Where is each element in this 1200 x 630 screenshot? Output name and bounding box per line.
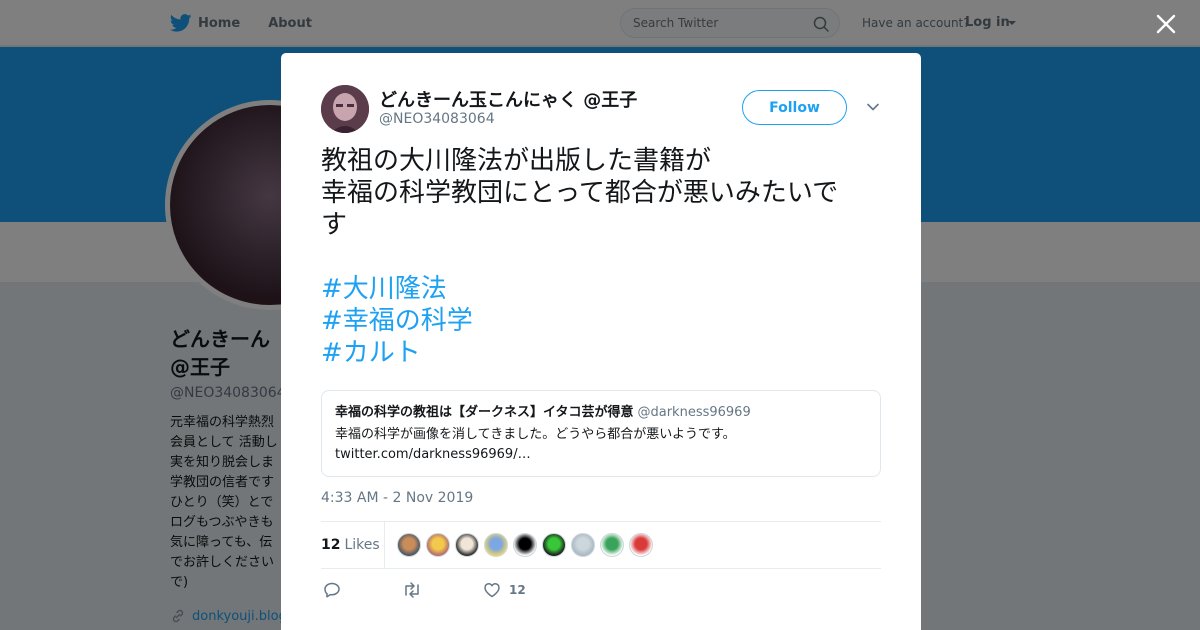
tweet-actions: 12 — [321, 581, 881, 601]
author-name[interactable]: どんきーん玉こんにゃく @王子 — [379, 86, 637, 112]
heart-icon[interactable] — [483, 581, 501, 599]
retweet-icon[interactable] — [402, 581, 422, 599]
author-avatar[interactable] — [321, 85, 369, 133]
tweet-text-line: す — [321, 210, 348, 240]
liker-avatar[interactable] — [600, 533, 624, 557]
likers-avatars — [397, 533, 658, 557]
tweet-text: 教祖の大川隆法が出版した書籍が 幸福の科学教団にとって都合が悪いみたいで す — [321, 145, 886, 241]
liker-avatar[interactable] — [455, 533, 479, 557]
quoted-tweet-text: 幸福の科学が画像を消してきました。どうやら都合が悪いようです。 — [335, 427, 736, 442]
likes-count: 12 — [321, 537, 341, 553]
tweet-text-line: 教祖の大川隆法が出版した書籍が — [321, 146, 712, 176]
liker-avatar[interactable] — [513, 533, 537, 557]
quoted-author-name: 幸福の科学の教祖は【ダークネス】イタコ芸が得意 — [335, 405, 634, 420]
likes-stat[interactable]: 12 Likes — [321, 522, 385, 568]
tweet-text-line: 幸福の科学教団にとって都合が悪いみたいで — [321, 178, 839, 208]
tweet-timestamp[interactable]: 4:33 AM - 2 Nov 2019 — [321, 490, 473, 506]
reply-icon[interactable] — [323, 581, 341, 599]
chevron-down-icon[interactable] — [866, 100, 880, 114]
liker-avatar[interactable] — [629, 533, 653, 557]
liker-avatar[interactable] — [542, 533, 566, 557]
hashtag-list: #大川隆法 #幸福の科学 #カルト — [321, 273, 473, 369]
liker-avatar[interactable] — [571, 533, 595, 557]
hashtag-link[interactable]: #カルト — [321, 337, 473, 369]
quoted-tweet-link[interactable]: twitter.com/darkness96969/… — [335, 445, 867, 465]
close-icon[interactable] — [1154, 12, 1178, 36]
quoted-tweet[interactable]: 幸福の科学の教祖は【ダークネス】イタコ芸が得意 @darkness96969 幸福… — [321, 390, 881, 477]
tweet-stats: 12 Likes — [321, 521, 881, 569]
author-handle[interactable]: @NEO34083064 — [379, 111, 495, 127]
retweet-action[interactable] — [402, 581, 422, 599]
hashtag-link[interactable]: #幸福の科学 — [321, 305, 473, 337]
liker-avatar[interactable] — [426, 533, 450, 557]
reply-action[interactable] — [323, 581, 341, 599]
like-action-count: 12 — [509, 583, 526, 597]
quoted-author-handle: @darkness96969 — [637, 405, 751, 420]
like-action[interactable]: 12 — [483, 581, 526, 599]
liker-avatar[interactable] — [397, 533, 421, 557]
follow-button[interactable]: Follow — [742, 90, 847, 125]
author-avatar-image — [321, 85, 369, 133]
quoted-tweet-header: 幸福の科学の教祖は【ダークネス】イタコ芸が得意 @darkness96969 — [335, 403, 867, 423]
tweet-modal: どんきーん玉こんにゃく @王子 @NEO34083064 Follow 教祖の大… — [281, 53, 921, 630]
hashtag-link[interactable]: #大川隆法 — [321, 273, 473, 305]
liker-avatar[interactable] — [484, 533, 508, 557]
likes-label: Likes — [344, 537, 380, 553]
